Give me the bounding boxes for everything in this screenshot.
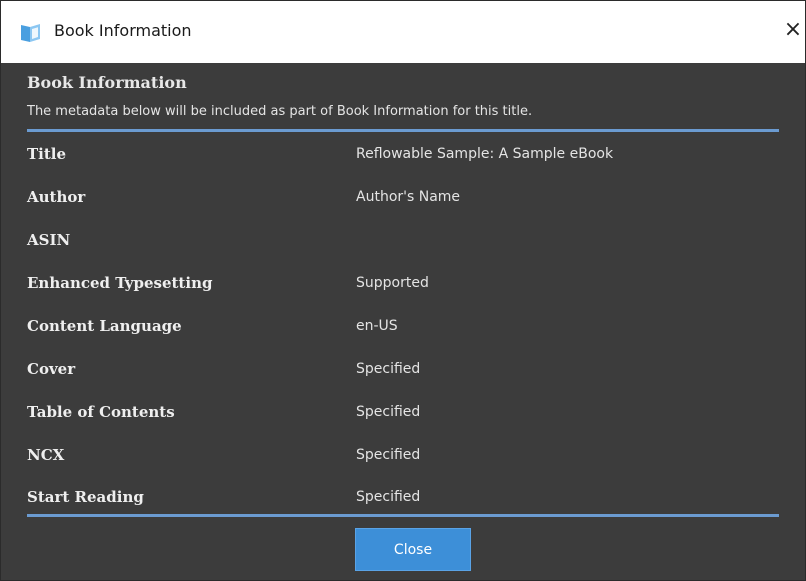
header-divider: [27, 129, 779, 132]
row-value: Reflowable Sample: A Sample eBook: [356, 146, 614, 162]
row-label: Enhanced Typesetting: [27, 274, 213, 292]
book-icon: [20, 23, 42, 43]
row-value: Specified: [356, 447, 421, 463]
row-label: NCX: [27, 446, 65, 464]
footer-divider: [27, 514, 779, 517]
title-bar[interactable]: Book Information ×: [1, 1, 805, 63]
row-value: Author's Name: [356, 189, 461, 205]
close-button[interactable]: Close: [355, 528, 471, 571]
row-label: Title: [27, 145, 67, 163]
section-heading: Book Information: [27, 73, 187, 92]
row-label: Author: [27, 188, 86, 206]
row-value: Specified: [356, 404, 421, 420]
row-label: Content Language: [27, 317, 182, 335]
book-information-dialog: Book Information × Book Information The …: [0, 0, 806, 581]
row-label: Start Reading: [27, 488, 144, 506]
row-value: en-US: [356, 318, 398, 334]
window-title: Book Information: [54, 21, 192, 40]
close-icon[interactable]: ×: [782, 17, 804, 43]
row-label: ASIN: [27, 231, 71, 249]
row-value: Specified: [356, 361, 421, 377]
row-label: Cover: [27, 360, 76, 378]
section-description: The metadata below will be included as p…: [27, 104, 533, 119]
row-label: Table of Contents: [27, 403, 175, 421]
row-value: Specified: [356, 489, 421, 505]
row-value: Supported: [356, 275, 429, 291]
